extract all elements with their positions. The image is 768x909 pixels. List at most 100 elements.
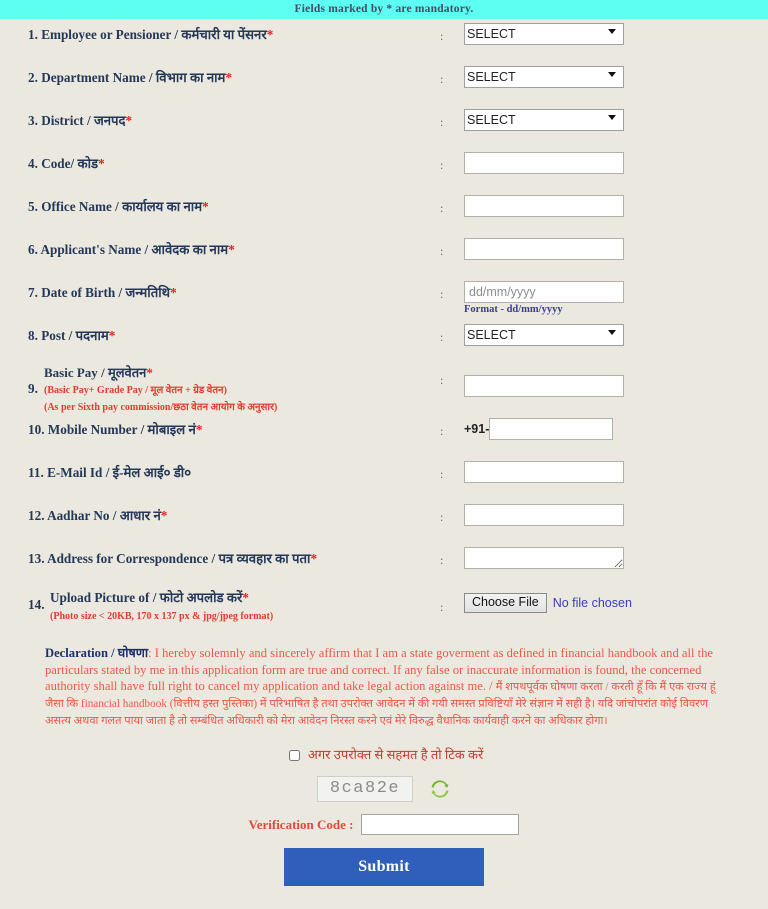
form-row-department-name: 2. Department Name / विभाग का नाम* : SEL… [0, 62, 768, 105]
basic-pay-input[interactable] [464, 375, 624, 397]
field-number: 4. [28, 156, 38, 171]
field-label-en: Basic Pay [44, 365, 98, 380]
upload-picture-note: (Photo size < 20KB, 170 x 137 px & jpg/j… [50, 610, 274, 622]
field-label-en: Employee or Pensioner [41, 27, 172, 42]
colon-separator: : [440, 72, 444, 86]
office-name-input[interactable] [464, 195, 624, 217]
required-marker: * [146, 365, 153, 380]
colon-separator: : [440, 330, 444, 344]
field-label-hi: जन्मतिथि [125, 285, 171, 300]
field-wrapper: SELECT [464, 19, 758, 45]
aadhar-no-input[interactable] [464, 504, 624, 527]
address-textarea[interactable] [464, 547, 624, 570]
form-row-office-name: 5. Office Name / कार्यालय का नाम* : [0, 191, 768, 234]
agree-checkbox[interactable] [288, 750, 300, 762]
form-row-aadhar-no: 12. Aadhar No / आधार नं* : [0, 500, 768, 543]
upload-label-block: Upload Picture of / फोटो अपलोड करें* (Ph… [50, 590, 274, 622]
colon-separator: : [440, 510, 444, 525]
select-wrapper: SELECT [464, 66, 624, 88]
field-label-en: Upload Picture of [50, 590, 153, 606]
field-wrapper [464, 148, 758, 174]
colon-separator: : [440, 467, 444, 482]
field-label-hi: विभाग का नाम [155, 70, 226, 85]
form-row-email-id: 11. E-Mail Id / ई-मेल आई० डी० : [0, 457, 768, 500]
select-wrapper: SELECT [464, 109, 624, 131]
verification-code-label: Verification Code : [248, 816, 354, 832]
declaration-separator: / [107, 646, 118, 661]
refresh-icon[interactable] [429, 778, 451, 800]
field-number: 10. [28, 422, 45, 438]
field-label-hi: कार्यालय का नाम [122, 199, 203, 214]
field-label-hi: पत्र व्यवहार का पता [218, 551, 311, 567]
agree-row: अगर उपरोक्त से सहमत है तो टिक करें [0, 745, 768, 765]
required-marker: * [160, 508, 168, 524]
colon-separator: : [440, 373, 444, 387]
field-wrapper: Choose File No file chosen [464, 586, 758, 614]
form-row-address: 13. Address for Correspondence / पत्र व्… [0, 543, 768, 586]
form-row-applicant-name: 6. Applicant's Name / आवेदक का नाम* : [0, 234, 768, 277]
label-applicant-name: 6. Applicant's Name / आवेदक का नाम* [28, 242, 235, 257]
field-label-hi: जनपद [93, 113, 126, 128]
agree-label: अगर उपरोक्त से सहमत है तो टिक करें [307, 746, 484, 762]
label-date-of-birth: 7. Date of Birth / जन्मतिथि* [28, 285, 177, 300]
mobile-number-input[interactable] [489, 418, 614, 441]
file-input-wrapper[interactable]: Choose File No file chosen [464, 590, 758, 614]
colon-separator: : [440, 553, 444, 568]
department-name-select[interactable]: SELECT [464, 66, 624, 88]
field-label-en: District [41, 113, 84, 128]
label-email-id: 11. E-Mail Id / ई-मेल आई० डी० [28, 465, 192, 481]
declaration-title: Declaration [45, 646, 108, 661]
required-marker: * [228, 242, 235, 257]
field-wrapper: +91- [464, 414, 758, 441]
field-number: 12. [28, 508, 45, 524]
employee-or-pensioner-select[interactable]: SELECT [464, 23, 624, 45]
label-upload-picture: 14. Upload Picture of / फोटो अपलोड करें*… [28, 586, 440, 623]
declaration-colon: : [148, 646, 155, 661]
field-label-en: Department Name [41, 70, 146, 85]
colon-separator: : [440, 201, 444, 215]
label-employee-or-pensioner: 1. Employee or Pensioner / कर्मचारी या प… [28, 27, 274, 42]
declaration-hindi-inline-english: financial handbook [80, 698, 167, 711]
submit-row: Submit [0, 848, 768, 887]
code-input[interactable] [464, 152, 624, 174]
field-label-en: E-Mail Id [47, 465, 103, 481]
label-mobile-number: 10. Mobile Number / मोबाइल नं* [28, 422, 203, 438]
post-select[interactable]: SELECT [464, 324, 624, 346]
country-code-prefix: +91- [464, 422, 490, 437]
declaration-block: Declaration / घोषणा: I hereby solemnly a… [45, 645, 730, 729]
required-marker: * [266, 27, 274, 42]
field-label-en: Date of Birth [41, 285, 116, 300]
field-label-en: Code/ [41, 156, 75, 171]
field-wrapper: SELECT [464, 62, 758, 88]
colon-separator: : [440, 424, 444, 439]
required-marker: * [195, 422, 203, 438]
date-of-birth-input[interactable] [464, 281, 624, 303]
field-label-en: Address for Correspondence [47, 551, 209, 567]
form-row-district: 3. District / जनपद* : SELECT [0, 105, 768, 148]
form-row-date-of-birth: 7. Date of Birth / जन्मतिथि* : Format - … [0, 277, 768, 320]
field-label-hi: आवेदक का नाम [151, 242, 229, 257]
field-number: 13. [28, 551, 45, 567]
verification-code-input[interactable] [361, 814, 520, 836]
field-number: 8. [28, 328, 38, 343]
form-row-employee-or-pensioner: 1. Employee or Pensioner / कर्मचारी या प… [0, 19, 768, 62]
field-number: 7. [28, 285, 38, 300]
label-department-name: 2. Department Name / विभाग का नाम* [28, 70, 233, 85]
applicant-name-input[interactable] [464, 238, 624, 260]
label-office-name: 5. Office Name / कार्यालय का नाम* [28, 199, 209, 214]
captcha-row: 8ca82e [0, 776, 768, 803]
field-label-hi: ई-मेल आई० डी० [112, 465, 192, 481]
required-marker: * [170, 285, 177, 300]
field-number: 1. [28, 27, 38, 42]
field-label-hi: कर्मचारी या पेंसनर [181, 27, 267, 42]
select-wrapper: SELECT [464, 23, 624, 45]
colon-separator: : [440, 244, 444, 258]
field-wrapper: Format - dd/mm/yyyy [464, 277, 758, 315]
choose-file-button[interactable]: Choose File [464, 593, 547, 614]
district-select[interactable]: SELECT [464, 109, 624, 131]
field-label-hi: पदनाम [75, 328, 109, 343]
submit-button[interactable]: Submit [284, 848, 484, 887]
field-number: 6. [28, 242, 38, 257]
date-format-hint: Format - dd/mm/yyyy [464, 304, 563, 315]
email-id-input[interactable] [464, 461, 624, 484]
